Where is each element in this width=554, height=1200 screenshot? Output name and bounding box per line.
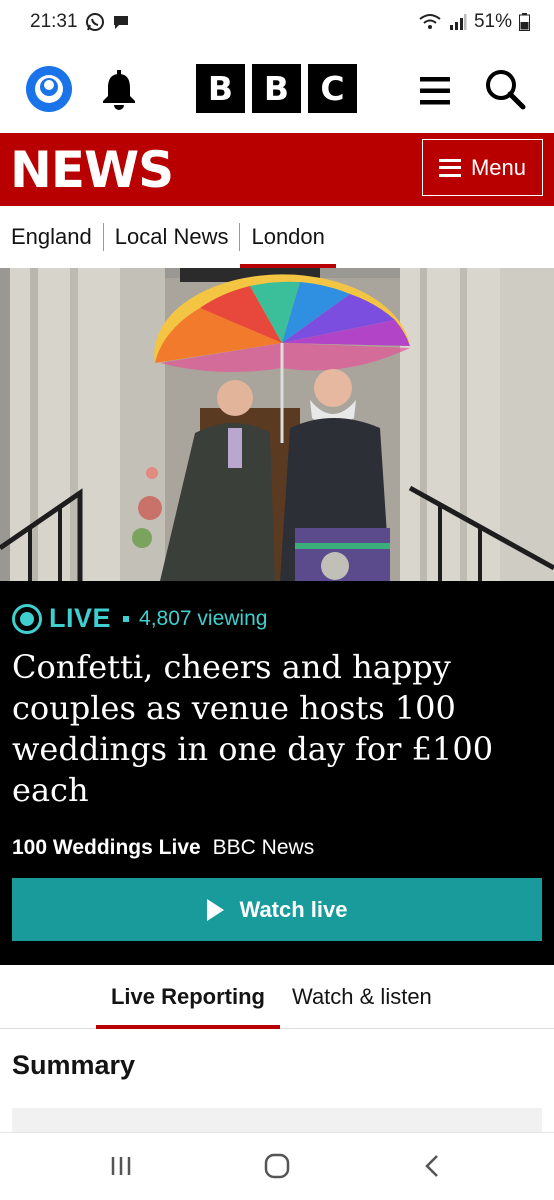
hero-image [0, 268, 554, 581]
whatsapp-icon [85, 13, 104, 31]
tab-live-reporting[interactable]: Live Reporting [96, 965, 280, 1029]
bbc-logo-block: B [252, 64, 301, 113]
menu-icon [438, 158, 461, 177]
breadcrumb-divider [102, 223, 104, 251]
watch-live-button[interactable]: Watch live [12, 878, 542, 941]
breadcrumb-london[interactable]: London [240, 206, 337, 268]
live-label: LIVE [49, 603, 112, 633]
news-title[interactable]: NEWS [10, 139, 174, 201]
status-time: 21:31 [30, 11, 78, 32]
breadcrumb-england[interactable]: England [11, 206, 92, 268]
search-icon[interactable] [484, 68, 526, 110]
menu-label: Menu [470, 154, 527, 180]
chat-icon [113, 16, 128, 29]
live-row: LIVE 4,807 viewing [12, 603, 267, 634]
bbc-logo-block: C [308, 64, 357, 113]
programme-source: BBC News [212, 836, 315, 859]
programme-meta: 100 Weddings Live BBC News [12, 836, 314, 860]
system-nav-bar [0, 1132, 554, 1200]
live-story-block: LIVE 4,807 viewing Confetti, cheers and … [0, 581, 554, 965]
breadcrumb-divider [239, 223, 241, 251]
status-bar: 21:31 51% [0, 0, 554, 44]
recents-icon[interactable] [106, 1151, 136, 1181]
back-icon[interactable] [418, 1151, 448, 1181]
live-separator [123, 615, 130, 622]
account-icon[interactable] [26, 66, 72, 112]
play-icon [206, 898, 224, 921]
programme-name: 100 Weddings Live [12, 836, 201, 859]
tab-watch-listen[interactable]: Watch & listen [292, 965, 432, 1029]
menu-button[interactable]: Menu [422, 139, 543, 196]
hamburger-icon[interactable] [416, 72, 454, 110]
content-tabs: Live Reporting Watch & listen [0, 965, 554, 1029]
status-right: 51% [418, 11, 530, 33]
battery-percent: 51% [473, 11, 512, 32]
battery-icon [519, 13, 530, 31]
watch-live-label: Watch live [239, 896, 348, 922]
summary-heading: Summary [12, 1050, 136, 1080]
summary-card [12, 1108, 542, 1132]
headline[interactable]: Confetti, cheers and happy couples as ve… [12, 647, 542, 811]
wifi-icon [419, 14, 441, 29]
bbc-logo[interactable]: B B C [196, 64, 357, 113]
bbc-logo-block: B [196, 64, 245, 113]
status-left: 21:31 [30, 11, 130, 33]
breadcrumb: England Local News London [0, 206, 554, 268]
signal-icon [449, 14, 467, 30]
live-icon [12, 603, 42, 634]
bbc-top-nav: B B C [0, 52, 554, 128]
home-icon[interactable] [262, 1151, 292, 1181]
bell-icon[interactable] [98, 68, 140, 110]
news-bar: NEWS Menu [0, 133, 554, 206]
viewing-count: 4,807 viewing [139, 606, 268, 630]
breadcrumb-local-news[interactable]: Local News [115, 206, 229, 268]
